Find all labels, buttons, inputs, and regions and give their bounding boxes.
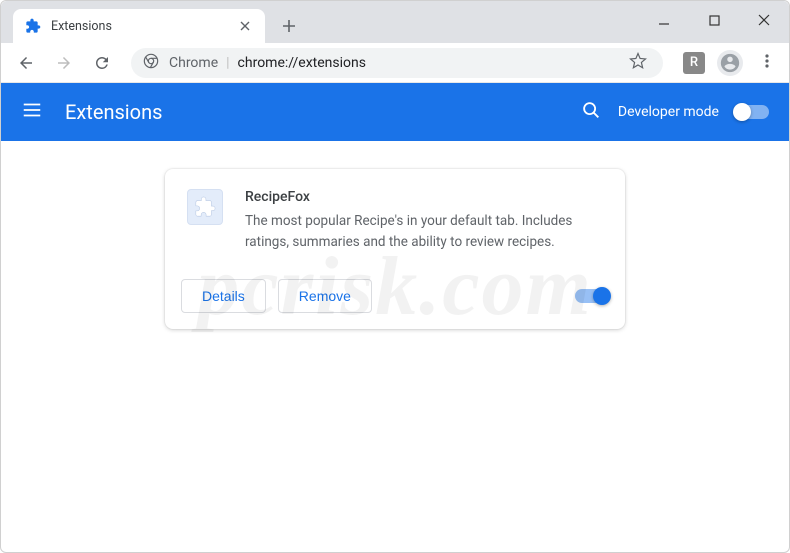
extension-description: The most popular Recipe's in your defaul…: [245, 211, 603, 253]
tab-title: Extensions: [51, 19, 227, 34]
maximize-button[interactable]: [707, 13, 721, 27]
close-icon[interactable]: [237, 18, 253, 34]
reload-button[interactable]: [87, 48, 117, 78]
extension-puzzle-icon: [187, 189, 223, 225]
back-button[interactable]: [11, 48, 41, 78]
developer-mode-label: Developer mode: [618, 104, 719, 120]
extension-badge[interactable]: R: [683, 52, 705, 74]
browser-toolbar: Chrome | chrome://extensions R: [1, 43, 789, 83]
extension-name: RecipeFox: [245, 189, 603, 205]
details-button[interactable]: Details: [181, 279, 266, 313]
page-content: Extensions Developer mode RecipeFox The …: [1, 83, 789, 542]
extensions-header: Extensions Developer mode: [1, 83, 789, 141]
extension-enable-toggle[interactable]: [575, 289, 609, 303]
tab-strip: Extensions: [1, 1, 789, 43]
window-controls: [657, 13, 789, 43]
remove-button[interactable]: Remove: [278, 279, 372, 313]
bookmark-star-icon[interactable]: [629, 52, 651, 74]
kebab-menu-icon[interactable]: [755, 53, 779, 73]
minimize-button[interactable]: [657, 13, 671, 27]
omnibox-text: Chrome | chrome://extensions: [169, 55, 366, 71]
address-bar[interactable]: Chrome | chrome://extensions: [131, 48, 663, 78]
window-close-button[interactable]: [757, 13, 771, 27]
puzzle-icon: [25, 18, 41, 34]
profile-avatar-icon[interactable]: [717, 50, 743, 76]
new-tab-button[interactable]: [275, 12, 303, 40]
search-icon[interactable]: [580, 99, 602, 125]
menu-icon[interactable]: [21, 99, 43, 125]
page-title: Extensions: [65, 100, 162, 124]
forward-button[interactable]: [49, 48, 79, 78]
extension-card: RecipeFox The most popular Recipe's in y…: [165, 169, 625, 329]
tab-extensions[interactable]: Extensions: [13, 9, 265, 43]
chrome-icon: [143, 53, 159, 73]
developer-mode-toggle[interactable]: [735, 105, 769, 119]
